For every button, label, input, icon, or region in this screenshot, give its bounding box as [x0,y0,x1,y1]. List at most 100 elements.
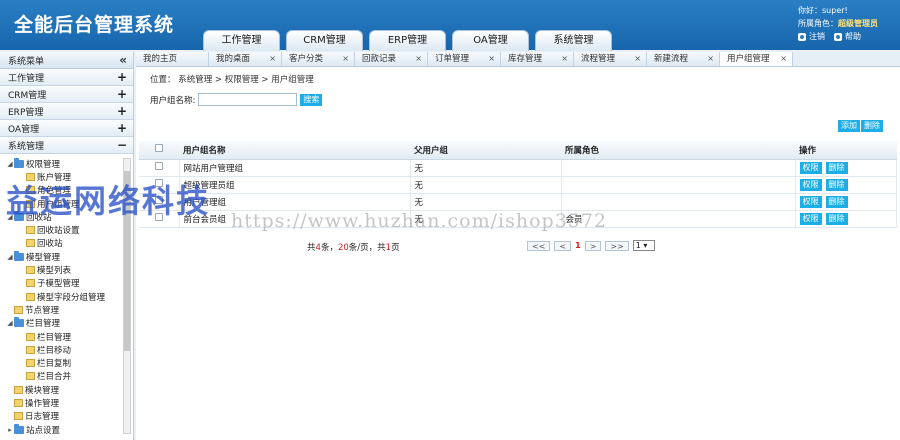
tree-node[interactable]: 模型字段分组管理 [0,290,133,303]
tree-node[interactable]: 栏目复制 [0,356,133,369]
tree-node[interactable]: ◢ 权限管理 [0,157,133,170]
tree-node[interactable]: ◢ 栏目管理 [0,317,133,330]
tree-node[interactable]: ▸ 站点设置 [0,423,133,436]
folder-icon [14,317,24,328]
nav-tab-system[interactable]: 系统管理 [535,30,612,51]
tree-node[interactable]: 回收站 [0,237,133,250]
expand-icon: + [116,104,127,118]
sidebar-header: 系统菜单 « [0,52,133,69]
help-link[interactable]: 帮助 [845,30,861,43]
permission-button[interactable]: 权限 [799,195,822,208]
cell-actions: 权限 删除 [795,193,897,211]
nav-tab-work[interactable]: 工作管理 [203,30,280,51]
tree-node-label: 模块管理 [25,385,60,396]
col-actions: 操作 [795,141,897,160]
last-page-button[interactable]: >> [605,240,629,251]
close-tab-icon[interactable]: × [342,52,349,66]
nav-tab-crm[interactable]: CRM管理 [286,30,363,51]
add-button[interactable]: 添加 [838,120,860,132]
tree-node[interactable]: ◢ 模型管理 [0,250,133,263]
tree-node[interactable]: 模块管理 [0,383,133,396]
breadcrumb: 位置： 系统管理 > 权限管理 > 用户组管理 [150,75,314,85]
nav-tab-erp[interactable]: ERP管理 [369,30,446,51]
tree-node[interactable]: 栏目合并 [0,370,133,383]
tree-node[interactable]: 回收站设置 [0,223,133,236]
page-icon [26,239,35,248]
cell-actions: 权限 删除 [795,176,897,194]
tree-node[interactable]: 日志管理 [0,410,133,423]
page-select[interactable]: 1 ▾ [632,240,655,251]
tree-node[interactable]: 栏目管理 [0,330,133,343]
first-page-button[interactable]: << [527,240,551,251]
tree-collapse-icon[interactable]: ◢ [6,253,14,261]
sidebar-group-label: CRM管理 [8,90,47,101]
search-bar: 用户组名称: 搜索 [150,93,323,106]
page-tab[interactable]: 新建流程 × [647,52,720,66]
table-row: 网站用户管理组无 权限 删除 [139,159,897,177]
tree-node-label: 操作管理 [25,398,60,409]
collapse-sidebar-icon[interactable]: « [119,53,127,67]
group-name-input[interactable] [198,93,298,106]
permission-button[interactable]: 权限 [799,212,822,225]
batch-delete-button[interactable]: 删除 [861,120,883,132]
delete-button[interactable]: 删除 [825,178,848,191]
table-row: 用户管理组无 权限 删除 [139,193,897,211]
cell-parent-group: 无 [410,193,562,211]
pager-per-page: 20 [337,243,349,253]
select-all-checkbox[interactable] [155,144,163,153]
close-tab-icon[interactable]: × [634,52,641,66]
tree-node[interactable]: 子模型管理 [0,277,133,290]
page-tab[interactable]: 我的桌面 × [209,52,282,66]
sidebar-group-crm[interactable]: CRM管理 + [0,86,133,103]
tree-node[interactable]: 节点管理 [0,303,133,316]
tree-node-label: 回收站 [37,239,63,250]
cell-group-name: 网站用户管理组 [179,159,411,177]
delete-button[interactable]: 删除 [825,161,848,174]
close-tab-icon[interactable]: × [488,52,495,66]
tree-node[interactable]: 栏目移动 [0,343,133,356]
page-tab[interactable]: 库存管理 × [501,52,574,66]
close-tab-icon[interactable]: × [780,52,787,66]
watermark-url: https://www.huzhan.com/ishop3572 [231,210,608,232]
permission-button[interactable]: 权限 [799,161,822,174]
tree-collapse-icon[interactable]: ◢ [6,160,14,168]
page-tab[interactable]: 用户组管理 × [720,52,793,66]
row-checkbox[interactable] [154,162,163,170]
tree-node[interactable]: 模型列表 [0,263,133,276]
col-group-name: 用户组名称 [179,141,410,160]
close-tab-icon[interactable]: × [415,52,422,66]
logout-link[interactable]: 注销 [809,30,825,43]
page-tab[interactable]: 回款记录 × [355,52,428,66]
sidebar-group-oa[interactable]: OA管理 + [0,120,133,137]
prev-page-button[interactable]: < [554,240,572,251]
tree-collapse-icon[interactable]: ◢ [6,319,14,327]
next-page-button[interactable]: > [584,240,602,251]
page-icon [26,266,35,275]
page-tab[interactable]: 流程管理 × [574,52,647,66]
watermark-company: 益运网络科技 [6,182,211,220]
nav-tab-oa[interactable]: OA管理 [452,30,529,51]
sidebar-group-erp[interactable]: ERP管理 + [0,103,133,120]
page-tab-label: 回款记录 [362,54,397,64]
close-tab-icon[interactable]: × [561,52,568,66]
row-select-cell [139,159,180,177]
pager-summary: 共4条，20条/页，共1页 [307,241,400,253]
page-tab[interactable]: 我的主页 [136,52,209,66]
pager-text: 条/页，共 [348,243,386,253]
delete-button[interactable]: 删除 [825,195,848,208]
close-tab-icon[interactable]: × [707,52,714,66]
permission-button[interactable]: 权限 [799,178,822,191]
sidebar-group-label: 系统管理 [8,141,45,152]
search-button[interactable]: 搜索 [300,93,323,106]
cell-parent-group: 无 [410,176,562,194]
page-tab[interactable]: 客户分类 × [282,52,355,66]
sidebar-group-system[interactable]: 系统管理 − [0,137,133,154]
sidebar-group-label: ERP管理 [8,107,44,118]
sidebar-group-work[interactable]: 工作管理 + [0,69,133,86]
close-tab-icon[interactable]: × [269,52,276,66]
delete-button[interactable]: 删除 [825,212,848,225]
tree-expand-icon[interactable]: ▸ [6,426,14,434]
tree-node[interactable]: 操作管理 [0,396,133,409]
page-tab[interactable]: 订单管理 × [428,52,501,66]
pager-text: 页 [391,243,400,253]
